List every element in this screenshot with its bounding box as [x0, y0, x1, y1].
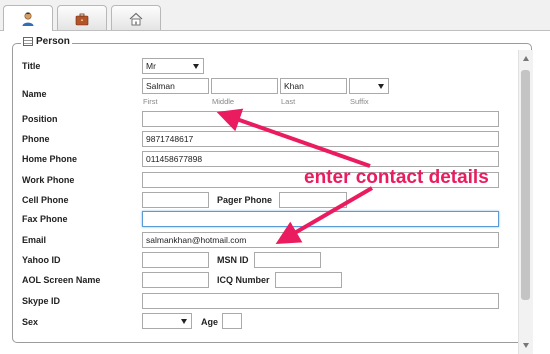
first-name-input[interactable]: Salman	[142, 78, 209, 94]
email-label: Email	[22, 235, 47, 245]
sex-select[interactable]	[142, 313, 192, 329]
home-phone-input[interactable]: 011458677898	[142, 151, 499, 167]
title-select-value: Mr	[146, 61, 156, 71]
work-phone-label: Work Phone	[22, 175, 75, 185]
icq-number-label: ICQ Number	[217, 275, 270, 285]
first-caption: First	[143, 97, 158, 106]
last-name-input[interactable]: Khan	[280, 78, 347, 94]
yahoo-id-label: Yahoo ID	[22, 255, 61, 265]
fax-phone-label: Fax Phone	[22, 214, 68, 224]
phone-input[interactable]: 9871748617	[142, 131, 499, 147]
middle-name-input[interactable]	[211, 78, 278, 94]
chevron-down-icon	[181, 319, 187, 324]
sex-label: Sex	[22, 317, 39, 327]
middle-caption: Middle	[212, 97, 235, 106]
tab-work[interactable]	[57, 5, 107, 30]
home-phone-label: Home Phone	[22, 154, 78, 164]
scroll-thumb[interactable]	[521, 70, 530, 300]
annotation-text: enter contact details	[304, 167, 489, 188]
last-caption: Last	[281, 97, 296, 106]
scroll-down-icon[interactable]	[523, 343, 529, 348]
email-input[interactable]: salmankhan@hotmail.com	[142, 232, 499, 248]
skype-id-input[interactable]	[142, 293, 499, 309]
section-title: Person	[36, 36, 70, 47]
tab-bar	[0, 0, 550, 32]
title-select[interactable]: Mr	[142, 58, 204, 74]
tab-home[interactable]	[111, 5, 161, 30]
phone-label: Phone	[22, 134, 50, 144]
aol-screen-name-input[interactable]	[142, 272, 209, 288]
tab-person[interactable]	[3, 5, 53, 32]
vertical-scrollbar[interactable]	[518, 50, 533, 354]
position-input[interactable]	[142, 111, 499, 127]
chevron-down-icon	[193, 64, 199, 69]
yahoo-id-input[interactable]	[142, 252, 209, 268]
age-input[interactable]	[222, 313, 242, 329]
skype-id-label: Skype ID	[22, 296, 61, 306]
briefcase-icon	[75, 13, 89, 26]
cell-phone-label: Cell Phone	[22, 195, 69, 205]
user-icon	[22, 12, 34, 26]
chevron-down-icon	[378, 84, 384, 89]
pager-phone-input[interactable]	[279, 192, 347, 208]
aol-screen-name-label: AOL Screen Name	[22, 275, 101, 285]
position-label: Position	[22, 114, 58, 124]
cell-phone-input[interactable]	[142, 192, 209, 208]
msn-id-label: MSN ID	[217, 255, 249, 265]
suffix-caption: Suffix	[350, 97, 369, 106]
section-legend: Person	[21, 36, 72, 47]
list-icon	[23, 37, 33, 46]
home-icon	[129, 12, 143, 26]
msn-id-input[interactable]	[254, 252, 321, 268]
title-label: Title	[22, 61, 41, 71]
scroll-up-icon[interactable]	[523, 56, 529, 61]
name-label: Name	[22, 89, 47, 99]
suffix-select[interactable]	[349, 78, 389, 94]
age-label: Age	[201, 317, 219, 327]
icq-number-input[interactable]	[275, 272, 342, 288]
fax-phone-input[interactable]	[142, 211, 499, 227]
pager-phone-label: Pager Phone	[217, 195, 273, 205]
